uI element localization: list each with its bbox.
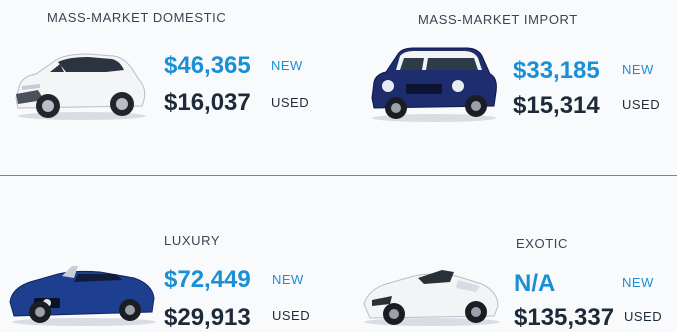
new-label-import: NEW (622, 62, 654, 77)
category-label-import: MASS-MARKET IMPORT (418, 12, 578, 27)
new-label-domestic: NEW (271, 58, 303, 73)
category-label-domestic: MASS-MARKET DOMESTIC (47, 10, 227, 25)
category-label-exotic: EXOTIC (516, 236, 568, 251)
section-divider (0, 175, 677, 176)
used-label-import: USED (622, 97, 661, 112)
used-label-luxury: USED (272, 308, 311, 323)
used-price-exotic: $135,337 (514, 304, 615, 331)
new-price-exotic: N/A (514, 270, 556, 297)
new-price-import: $33,185 (513, 57, 600, 84)
used-label-domestic: USED (271, 95, 310, 110)
used-price-domestic: $16,037 (164, 89, 251, 116)
white-sports-convertible-image (363, 270, 500, 326)
category-label-luxury: LUXURY (164, 233, 221, 248)
new-label-luxury: NEW (272, 272, 304, 287)
new-price-domestic: $46,365 (164, 52, 251, 79)
used-label-exotic: USED (624, 309, 663, 324)
used-price-luxury: $29,913 (164, 304, 251, 331)
white-hatchback-car-image (15, 53, 146, 120)
new-label-exotic: NEW (622, 275, 654, 290)
blue-convertible-car-image (9, 266, 156, 326)
new-price-luxury: $72,449 (164, 266, 251, 293)
blue-mini-car-image (371, 47, 497, 122)
used-price-import: $15,314 (513, 92, 600, 119)
